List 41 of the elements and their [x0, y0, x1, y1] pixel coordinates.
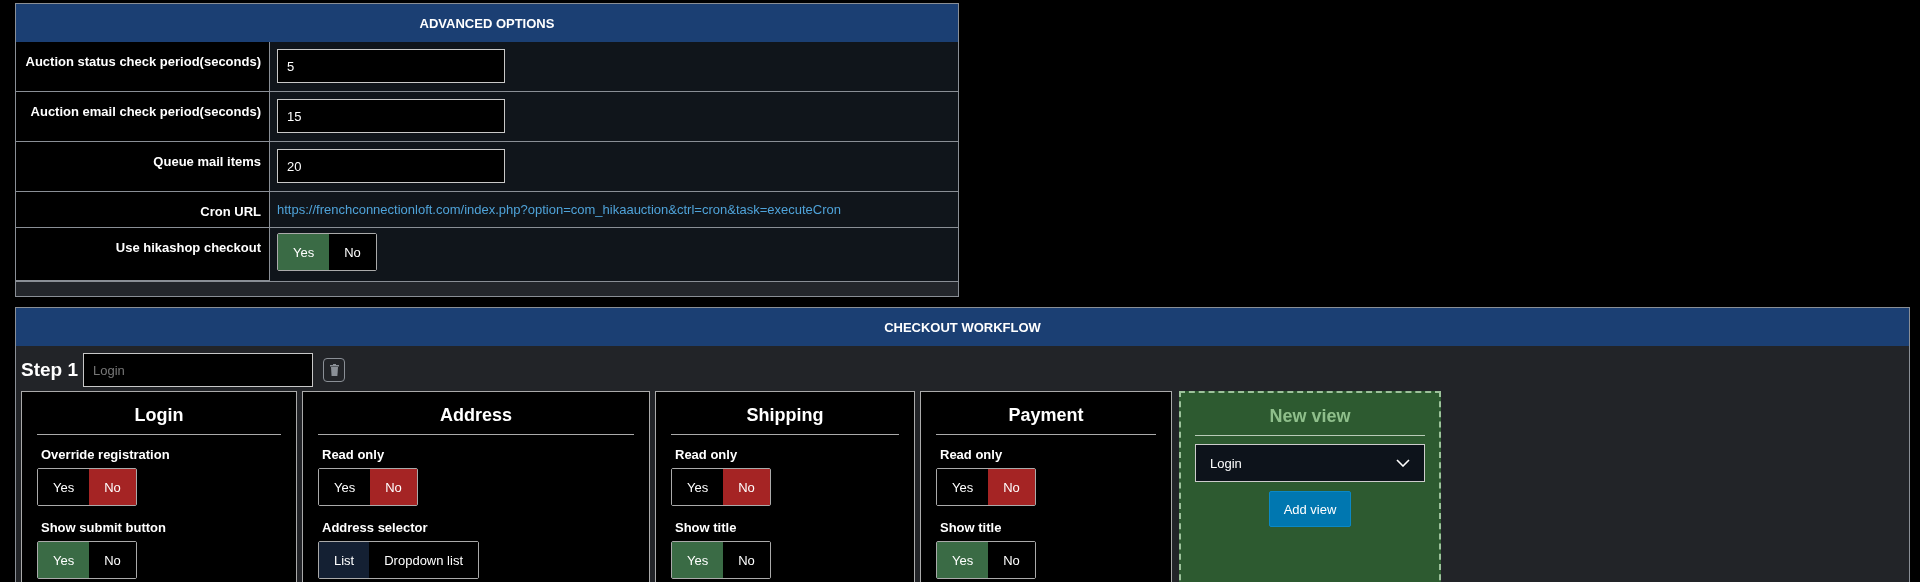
toggle-option[interactable]: No: [988, 469, 1035, 505]
setting-label: Read only: [940, 447, 1004, 462]
toggle-option[interactable]: List: [319, 542, 370, 578]
delete-button[interactable]: [323, 358, 346, 382]
setting-label: Show title: [675, 520, 738, 535]
view-select[interactable]: Login: [1195, 444, 1425, 482]
step-label: Step 1: [21, 359, 79, 381]
setting-label: Address selector: [322, 520, 429, 535]
input-field[interactable]: 15: [277, 99, 505, 133]
view-title: Address: [318, 392, 634, 435]
view-title: Shipping: [671, 392, 899, 435]
setting-label: Use hikashop checkout: [16, 228, 270, 281]
toggle-option[interactable]: Yes: [38, 542, 90, 578]
panel-header: CHECKOUT WORKFLOW: [16, 308, 1909, 346]
toggle-option[interactable]: No: [329, 234, 376, 270]
setting-label: Auction status check period(seconds): [16, 42, 270, 91]
view-title: Payment: [936, 392, 1156, 435]
input-field[interactable]: 5: [277, 49, 505, 83]
cron-url-link[interactable]: https://frenchconnectionloft.com/index.php?option=com_hikaauction&ctrl=cron&task=executeCron: [277, 202, 842, 217]
view-title: Login: [37, 392, 281, 435]
setting-label: Show title: [940, 520, 1003, 535]
view-title: New view: [1195, 393, 1425, 436]
setting-label: Show submit button: [41, 520, 167, 535]
setting-label: Read only: [322, 447, 386, 462]
setting-label: Auction email check period(seconds): [16, 92, 270, 141]
chevron-down-icon: [1396, 459, 1410, 467]
input-field[interactable]: 20: [277, 149, 505, 183]
setting-label: Override registration: [41, 447, 171, 462]
step-name-field[interactable]: Login: [83, 353, 314, 387]
add-view-button[interactable]: Add view: [1268, 491, 1352, 527]
toggle-option[interactable]: Yes: [937, 542, 989, 578]
setting-label: Queue mail items: [16, 142, 270, 191]
toggle-option[interactable]: No: [89, 469, 136, 505]
setting-label: Cron URL: [16, 192, 270, 227]
panel-header: ADVANCED OPTIONS: [16, 4, 958, 42]
toggle-option[interactable]: No: [723, 469, 770, 505]
trash-icon: [329, 364, 339, 376]
setting-label: Read only: [675, 447, 739, 462]
toggle-option[interactable]: Yes: [672, 542, 724, 578]
toggle-option[interactable]: No: [370, 469, 417, 505]
toggle-option[interactable]: Yes: [278, 234, 330, 270]
